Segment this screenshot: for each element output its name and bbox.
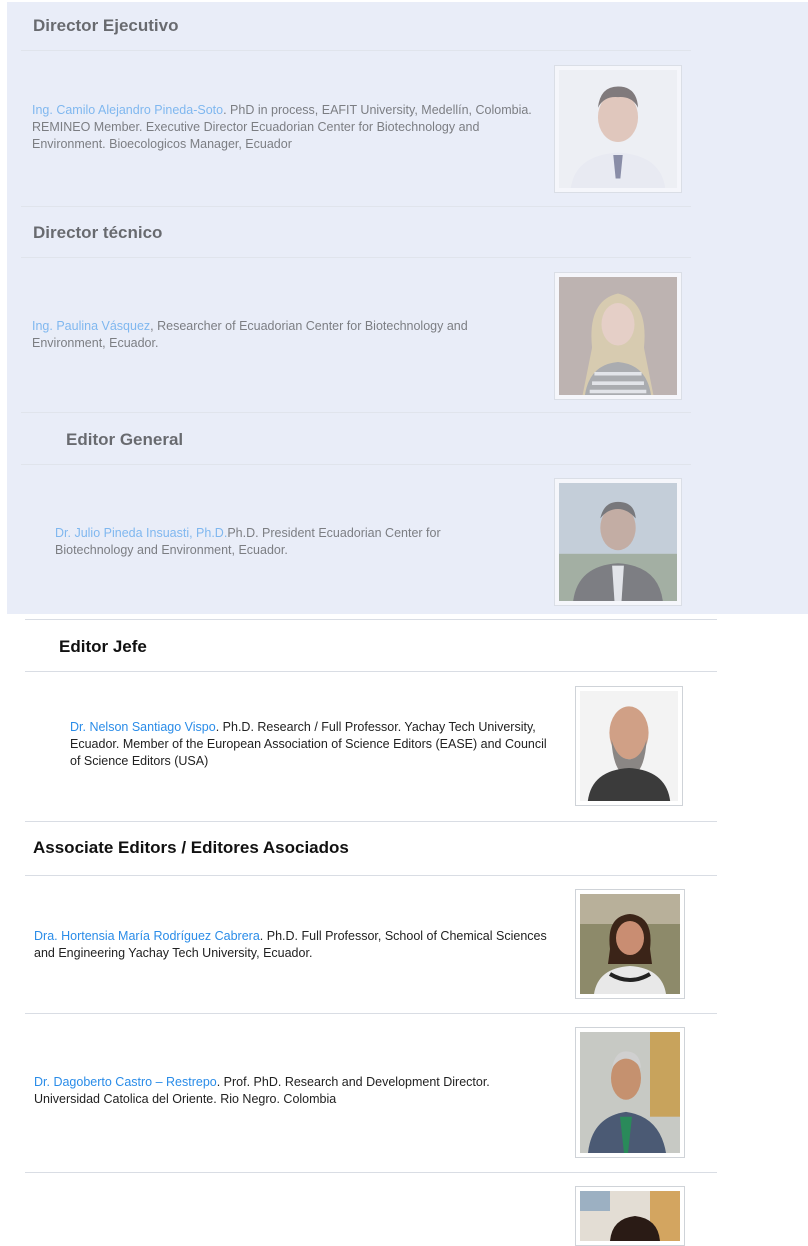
profile-photo xyxy=(554,272,682,400)
profile-photo xyxy=(575,686,683,806)
person-name-link[interactable]: Dr. Dagoberto Castro – Restrepo xyxy=(34,1075,217,1089)
divider xyxy=(25,619,717,620)
bio-text: Dra. Hortensia María Rodríguez Cabrera. … xyxy=(34,928,554,962)
divider xyxy=(25,671,717,672)
section-heading: Associate Editors / Editores Asociados xyxy=(33,838,349,857)
profile-photo xyxy=(575,1186,685,1246)
divider xyxy=(25,1172,717,1173)
section-heading: Editor General xyxy=(66,430,184,449)
profile-photo xyxy=(554,478,682,606)
section-heading: Director técnico xyxy=(33,223,163,242)
faded-overlay-block: Director Ejecutivo Ing. Camilo Alejandro… xyxy=(7,2,808,614)
profile-photo xyxy=(554,65,682,193)
person-name-link[interactable]: Dr. Julio Pineda Insuasti, Ph.D. xyxy=(55,526,227,540)
bio-text: Dr. Julio Pineda Insuasti, Ph.D.Ph.D. Pr… xyxy=(55,525,495,559)
divider xyxy=(21,206,691,207)
bio-text: Ing. Paulina Vásquez, Researcher of Ecua… xyxy=(32,318,502,352)
divider xyxy=(25,875,717,876)
person-name-link[interactable]: Dra. Hortensia María Rodríguez Cabrera xyxy=(34,929,260,943)
divider xyxy=(25,821,717,822)
person-name-link[interactable]: Ing. Paulina Vásquez xyxy=(32,319,150,333)
section-heading: Editor Jefe xyxy=(59,637,147,656)
profile-photo xyxy=(575,889,685,999)
person-name-link[interactable]: Ing. Camilo Alejandro Pineda-Soto xyxy=(32,103,223,117)
section-heading: Director Ejecutivo xyxy=(33,16,179,35)
bio-text: Ing. Camilo Alejandro Pineda-Soto. PhD i… xyxy=(32,102,532,153)
profile-photo xyxy=(575,1027,685,1158)
person-name-link[interactable]: Dr. Nelson Santiago Vispo xyxy=(70,720,216,734)
divider xyxy=(25,1013,717,1014)
bio-text: Dr. Dagoberto Castro – Restrepo. Prof. P… xyxy=(34,1074,554,1108)
divider xyxy=(21,257,691,258)
bio-text: Dr. Nelson Santiago Vispo. Ph.D. Researc… xyxy=(70,719,560,770)
divider xyxy=(21,50,691,51)
divider xyxy=(21,464,691,465)
divider xyxy=(21,412,691,413)
